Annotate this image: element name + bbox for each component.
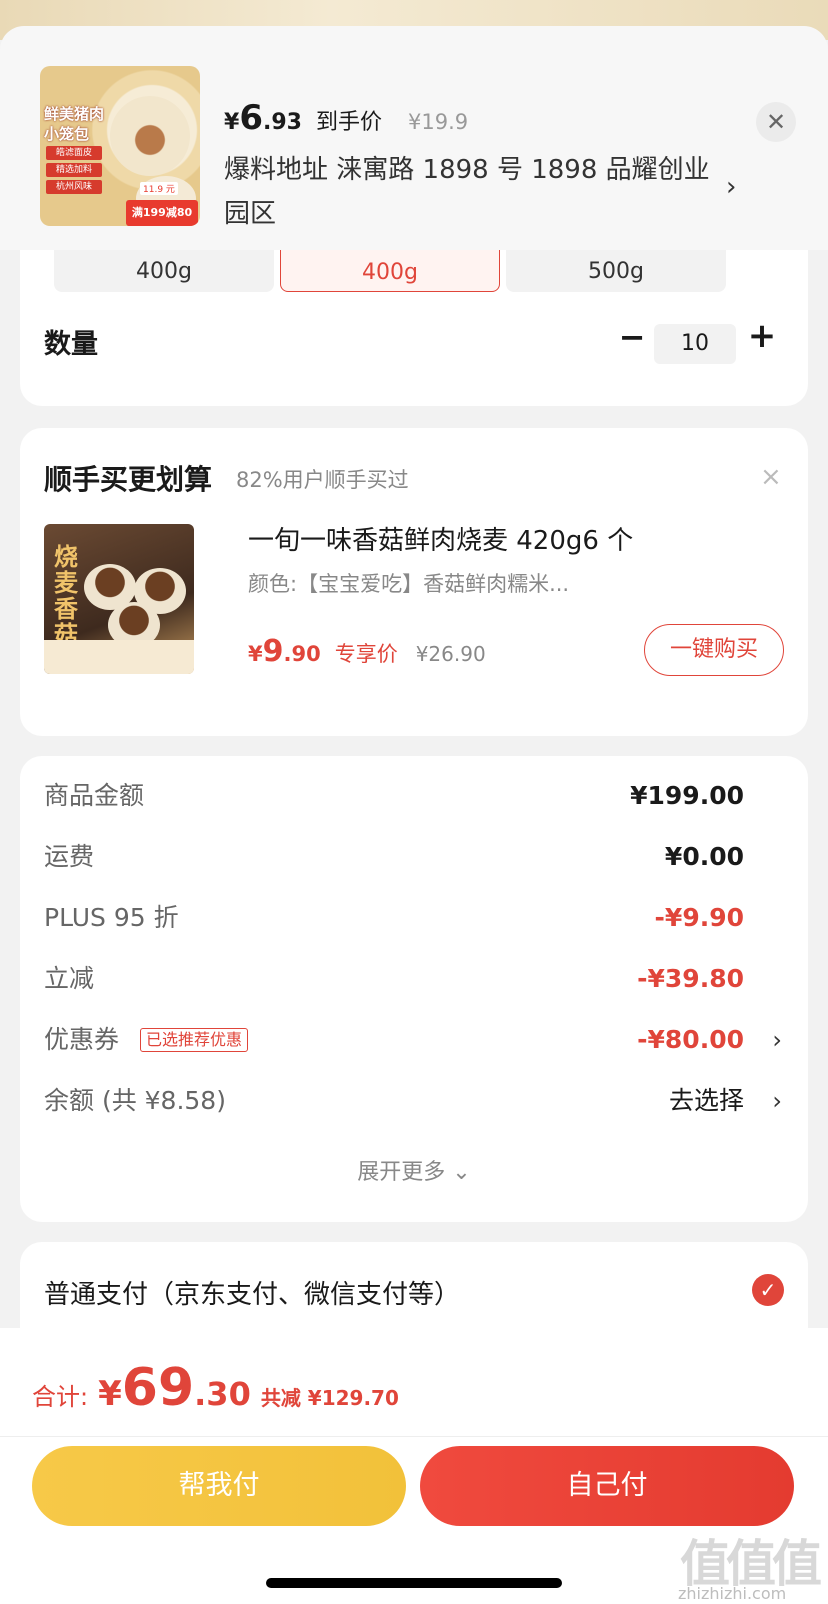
summary-row-subtotal: 商品金额 ¥199.00 — [44, 776, 784, 816]
close-icon[interactable]: × — [760, 462, 782, 492]
row-value: -¥80.00 — [637, 1025, 744, 1054]
row-label: 运费 — [44, 842, 95, 871]
row-label: PLUS 95 折 — [44, 903, 179, 932]
thumb-band — [44, 640, 194, 674]
close-icon[interactable]: ✕ — [756, 102, 796, 142]
pay-myself-button[interactable]: 自己付 — [420, 1446, 794, 1526]
bun-illustration — [110, 96, 190, 176]
chevron-right-icon[interactable]: › — [726, 172, 736, 202]
row-value: -¥39.80 — [637, 964, 744, 993]
summary-row-plus-discount: PLUS 95 折 -¥9.90 — [44, 898, 784, 938]
thumb-tag: 皓滤面皮 — [46, 146, 102, 160]
watermark-text: zhizhizhi.com — [678, 1584, 787, 1603]
summary-row-balance[interactable]: 余额 (共 ¥8.58) 去选择 › — [44, 1081, 784, 1121]
upsell-product-thumbnail[interactable]: 烧麦 香菇鲜肉 — [44, 524, 194, 674]
chevron-right-icon[interactable]: › — [772, 1081, 782, 1121]
total-saving: 共减 ¥129.70 — [260, 1386, 399, 1410]
payment-method-label: 普通支付（京东支付、微信支付等） — [44, 1280, 461, 1310]
upsell-product-spec: 颜色:【宝宝爱吃】香菇鲜肉糯米... — [248, 572, 570, 596]
thumb-tag: 杭州风味 — [46, 180, 102, 194]
original-price: ¥19.9 — [407, 110, 469, 134]
upsell-product-name[interactable]: 一旬一味香菇鲜肉烧麦 420g6 个 — [248, 520, 633, 557]
upsell-card: 顺手买更划算 82%用户顺手买过 × 烧麦 香菇鲜肉 一旬一味香菇鲜肉烧麦 42… — [20, 428, 808, 736]
chevron-right-icon[interactable]: › — [772, 1020, 782, 1060]
product-header-card: 鲜美猪肉小笼包 皓滤面皮 精选加料 杭州风味 11.9 元 满199减80 ¥ … — [0, 26, 828, 250]
price-decimal: .90 — [283, 642, 321, 666]
total-price: 合计: ¥ 69 .30 共减 ¥129.70 — [32, 1358, 399, 1418]
product-thumbnail[interactable]: 鲜美猪肉小笼包 皓滤面皮 精选加料 杭州风味 11.9 元 满199减80 — [40, 66, 200, 226]
price-decimal: .93 — [262, 110, 302, 135]
currency-symbol: ¥ — [224, 110, 240, 135]
quantity-label: 数量 — [44, 329, 98, 360]
row-value: -¥9.90 — [654, 903, 744, 932]
total-integer: 69 — [121, 1358, 195, 1418]
quantity-increase-button[interactable]: + — [744, 316, 780, 356]
row-label: 余额 (共 ¥8.58) — [44, 1086, 226, 1115]
currency-symbol: ¥ — [248, 642, 263, 666]
price-label: 专享价 — [334, 642, 398, 666]
thumb-tag: 精选加料 — [46, 163, 102, 177]
summary-row-coupon[interactable]: 优惠券 已选推荐优惠 -¥80.00 › — [44, 1020, 784, 1060]
balance-select[interactable]: 去选择 — [669, 1081, 744, 1121]
row-value: ¥199.00 — [630, 781, 744, 810]
help-me-pay-button[interactable]: 帮我付 — [32, 1446, 406, 1526]
summary-row-instant-discount: 立减 -¥39.80 — [44, 959, 784, 999]
expand-more-button[interactable]: 展开更多 ⌄ — [20, 1154, 808, 1186]
variant-weight: 400g — [136, 259, 192, 284]
order-summary-card: 商品金额 ¥199.00 运费 ¥0.00 PLUS 95 折 -¥9.90 立… — [20, 756, 808, 1222]
delivery-address[interactable]: 爆料地址 涞寓路 1898 号 1898 品耀创业园区 — [224, 148, 714, 236]
home-indicator — [266, 1578, 562, 1588]
check-icon[interactable]: ✓ — [752, 1274, 784, 1306]
total-decimal: .30 — [194, 1375, 251, 1413]
variant-weight: 400g — [362, 260, 418, 285]
checkout-bar: 合计: ¥ 69 .30 共减 ¥129.70 帮我付 自己付 值值值 zhiz… — [0, 1328, 828, 1604]
divider — [0, 1436, 828, 1437]
price-integer: 9 — [262, 634, 284, 669]
one-click-buy-button[interactable]: 一键购买 — [644, 624, 784, 676]
summary-row-shipping: 运费 ¥0.00 — [44, 837, 784, 877]
price-label: 到手价 — [315, 110, 382, 135]
upsell-price: ¥ 9 .90 专享价 ¥26.90 — [248, 634, 486, 669]
row-label: 优惠券 — [44, 1025, 120, 1054]
row-value: ¥0.00 — [664, 842, 744, 871]
currency-symbol: ¥ — [98, 1374, 122, 1414]
variant-weight: 500g — [588, 259, 644, 284]
total-label: 合计: — [32, 1383, 89, 1411]
row-label: 商品金额 — [44, 781, 145, 810]
upsell-subtitle: 82%用户顺手买过 — [236, 468, 409, 492]
thumb-deal-badge: 满199减80 — [126, 200, 198, 226]
coupon-badge: 已选推荐优惠 — [140, 1028, 249, 1052]
quantity-input[interactable]: 10 — [654, 324, 736, 364]
final-price: ¥ 6 .93 到手价 ¥19.9 — [224, 98, 468, 138]
thumb-price-tag: 11.9 元 — [140, 182, 178, 195]
quantity-decrease-button[interactable]: − — [614, 318, 650, 356]
price-integer: 6 — [239, 98, 263, 138]
original-price: ¥26.90 — [415, 642, 486, 666]
row-label: 立减 — [44, 964, 95, 993]
upsell-title: 顺手买更划算 — [44, 463, 213, 496]
thumb-title: 鲜美猪肉小笼包 — [44, 105, 105, 143]
